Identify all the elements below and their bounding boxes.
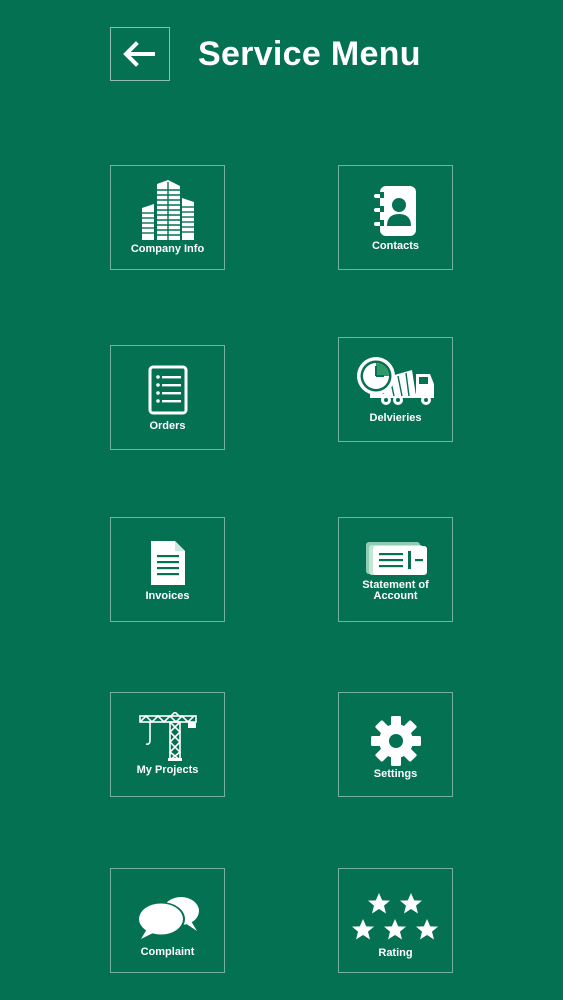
settings-button[interactable]: Settings (338, 692, 453, 797)
contact-book-icon (373, 186, 416, 236)
rating-button[interactable]: Rating (338, 868, 453, 973)
orders-button[interactable]: Orders (110, 345, 225, 450)
my-projects-label: My Projects (136, 764, 199, 776)
arrow-left-icon (123, 41, 155, 67)
deliveries-label: Delvieries (369, 412, 422, 424)
buildings-icon (141, 180, 194, 240)
mixer-truck-icon (356, 357, 434, 405)
back-button[interactable] (110, 27, 170, 81)
complaint-label: Complaint (140, 946, 195, 958)
stars-icon (351, 893, 438, 940)
crane-icon (138, 712, 197, 761)
company-info-label: Company Info (130, 243, 205, 255)
page-title: Service Menu (198, 35, 421, 73)
orders-label: Orders (149, 420, 186, 432)
statement-cards-icon (365, 542, 427, 575)
complaint-button[interactable]: Complaint (110, 868, 225, 973)
contacts-button[interactable]: Contacts (338, 165, 453, 270)
invoices-label: Invoices (145, 590, 190, 602)
deliveries-button[interactable]: Delvieries (338, 337, 453, 442)
speech-bubbles-icon (136, 897, 199, 939)
checklist-icon (148, 365, 187, 415)
my-projects-button[interactable]: My Projects (110, 692, 225, 797)
rating-label: Rating (378, 947, 413, 959)
gear-icon (370, 716, 421, 766)
company-info-button[interactable]: Company Info (110, 165, 225, 270)
statement-label: Statement of Account (362, 579, 429, 602)
statement-button[interactable]: Statement of Account (338, 517, 453, 622)
contacts-label: Contacts (371, 240, 420, 252)
document-icon (150, 541, 185, 585)
settings-label: Settings (373, 768, 418, 780)
invoices-button[interactable]: Invoices (110, 517, 225, 622)
